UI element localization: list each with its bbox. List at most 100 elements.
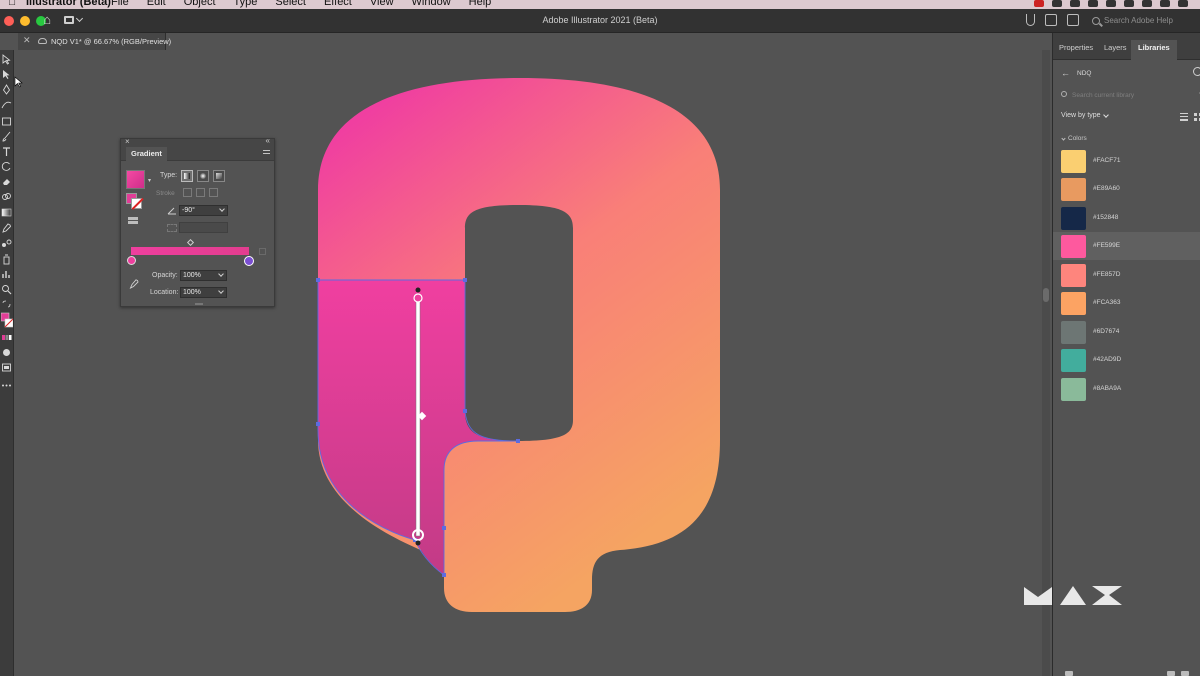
selection-tool-icon[interactable]: [1, 54, 12, 65]
home-icon[interactable]: ⌂: [40, 13, 54, 27]
panel-resize-handle[interactable]: [195, 303, 203, 305]
linear-gradient-button[interactable]: [181, 170, 193, 182]
opacity-input[interactable]: [183, 271, 217, 280]
beta-flask-icon[interactable]: [1026, 14, 1035, 26]
tab-libraries[interactable]: Libraries: [1131, 40, 1177, 60]
color-item[interactable]: #FE857D: [1053, 261, 1200, 289]
aspect-ratio-field[interactable]: [179, 222, 228, 233]
close-tab-icon[interactable]: ✕: [23, 35, 31, 46]
app-menu[interactable]: Illustrator (Beta): [26, 0, 111, 8]
location-input[interactable]: [183, 288, 217, 297]
gradient-midpoint-slider[interactable]: [186, 238, 195, 247]
color-item[interactable]: #152848: [1053, 204, 1200, 232]
colors-section-header[interactable]: Colors: [1061, 135, 1087, 142]
chevron-down-icon[interactable]: [218, 271, 224, 277]
color-item[interactable]: #8ABA9A: [1053, 375, 1200, 403]
status-record-icon[interactable]: [1034, 0, 1044, 7]
gradient-tool-icon[interactable]: [1, 207, 12, 218]
screen-mode-icon[interactable]: [1, 362, 12, 373]
pen-tool-icon[interactable]: [1, 84, 12, 95]
cloud-status-icon[interactable]: [1065, 671, 1073, 676]
eraser-tool-icon[interactable]: [1, 176, 12, 187]
symbol-sprayer-tool-icon[interactable]: [1, 254, 12, 265]
curvature-tool-icon[interactable]: [1, 99, 12, 110]
status-search-icon[interactable]: [1160, 0, 1170, 7]
gradient-stop-left[interactable]: [127, 256, 136, 265]
workspace-panel-icon[interactable]: [1067, 14, 1079, 26]
workspace-switcher[interactable]: [64, 14, 88, 26]
gradient-stop-right[interactable]: [244, 256, 254, 266]
opacity-field[interactable]: [180, 270, 227, 281]
sort-list-icon[interactable]: [1180, 113, 1188, 121]
color-item[interactable]: #FE599E: [1053, 232, 1200, 260]
reverse-gradient-icon[interactable]: [128, 217, 138, 226]
status-user-icon[interactable]: [1178, 0, 1188, 7]
scrollbar-thumb[interactable]: [1043, 288, 1049, 302]
blend-tool-icon[interactable]: [1, 238, 12, 249]
status-cloud-icon[interactable]: [1070, 0, 1080, 7]
eyedropper-icon[interactable]: [129, 279, 139, 289]
stroke-across-icon[interactable]: [209, 188, 218, 197]
chevron-down-icon[interactable]: [218, 288, 224, 294]
view-by-dropdown[interactable]: View by type: [1061, 111, 1109, 119]
close-window-button[interactable]: [4, 16, 14, 26]
help-search-input[interactable]: [1104, 16, 1194, 25]
color-item[interactable]: #E89A60: [1053, 175, 1200, 203]
freeform-gradient-button[interactable]: [213, 170, 225, 182]
fill-stroke-toggle[interactable]: [126, 193, 142, 209]
menu-window[interactable]: Window: [412, 0, 451, 8]
gradient-tab[interactable]: Gradient: [126, 147, 167, 161]
collapse-panel-icon[interactable]: «: [266, 136, 270, 145]
tab-layers[interactable]: Layers: [1104, 43, 1127, 52]
stroke-swatch[interactable]: [131, 198, 142, 209]
apple-icon[interactable]: : [8, 0, 16, 8]
status-battery-icon[interactable]: [1142, 0, 1152, 7]
angle-field[interactable]: [179, 205, 228, 216]
menu-help[interactable]: Help: [469, 0, 492, 8]
chevron-down-icon[interactable]: [219, 206, 225, 212]
canvas-vertical-scrollbar[interactable]: [1042, 50, 1050, 676]
color-item[interactable]: #FCA363: [1053, 289, 1200, 317]
color-mode-icon[interactable]: [1, 332, 12, 343]
arrange-documents-icon[interactable]: [1045, 14, 1057, 26]
close-panel-icon[interactable]: ×: [125, 137, 130, 146]
menu-view[interactable]: View: [370, 0, 394, 8]
status-sync-icon[interactable]: [1052, 0, 1062, 7]
menu-edit[interactable]: Edit: [147, 0, 166, 8]
gradient-start-stop[interactable]: [413, 293, 423, 303]
draw-mode-icon[interactable]: [1, 347, 12, 358]
tab-properties[interactable]: Properties: [1059, 43, 1093, 52]
status-volume-icon[interactable]: [1106, 0, 1116, 7]
paintbrush-tool-icon[interactable]: [1, 131, 12, 142]
color-item[interactable]: #FACF71: [1053, 147, 1200, 175]
collaborators-icon[interactable]: [1193, 67, 1200, 76]
more-tools-icon[interactable]: [1, 380, 12, 391]
menu-type[interactable]: Type: [234, 0, 258, 8]
graph-tool-icon[interactable]: [1, 269, 12, 280]
angle-input[interactable]: [182, 206, 218, 215]
help-search[interactable]: [1092, 13, 1196, 28]
shape-builder-tool-icon[interactable]: [1, 191, 12, 202]
back-arrow-icon[interactable]: ←: [1061, 68, 1070, 78]
panel-top-bar[interactable]: × «: [121, 136, 274, 147]
gradient-slider[interactable]: [131, 247, 249, 255]
document-tab[interactable]: ✕ NQD V1* @ 66.67% (RGB/Preview): [18, 33, 171, 50]
eyedropper-tool-icon[interactable]: [1, 223, 12, 234]
type-tool-icon[interactable]: [1, 146, 12, 157]
menu-effect[interactable]: Effect: [324, 0, 352, 8]
menu-file[interactable]: File: [111, 0, 129, 8]
direct-selection-tool-icon[interactable]: [1, 69, 12, 80]
rotate-tool-icon[interactable]: [1, 161, 12, 172]
rectangle-tool-icon[interactable]: [1, 116, 12, 127]
panel-menu-icon[interactable]: [263, 150, 270, 157]
swatch-dropdown-icon[interactable]: ▾: [148, 177, 151, 184]
delete-stop-icon[interactable]: [259, 248, 266, 255]
fill-stroke-swatches[interactable]: [1, 312, 13, 328]
menu-select[interactable]: Select: [275, 0, 306, 8]
add-library-icon[interactable]: [1167, 671, 1175, 676]
radial-gradient-button[interactable]: [197, 170, 209, 182]
color-item[interactable]: #42AD9D: [1053, 346, 1200, 374]
status-bluetooth-icon[interactable]: [1088, 0, 1098, 7]
location-field[interactable]: [180, 287, 227, 298]
library-search-input[interactable]: [1072, 89, 1182, 101]
